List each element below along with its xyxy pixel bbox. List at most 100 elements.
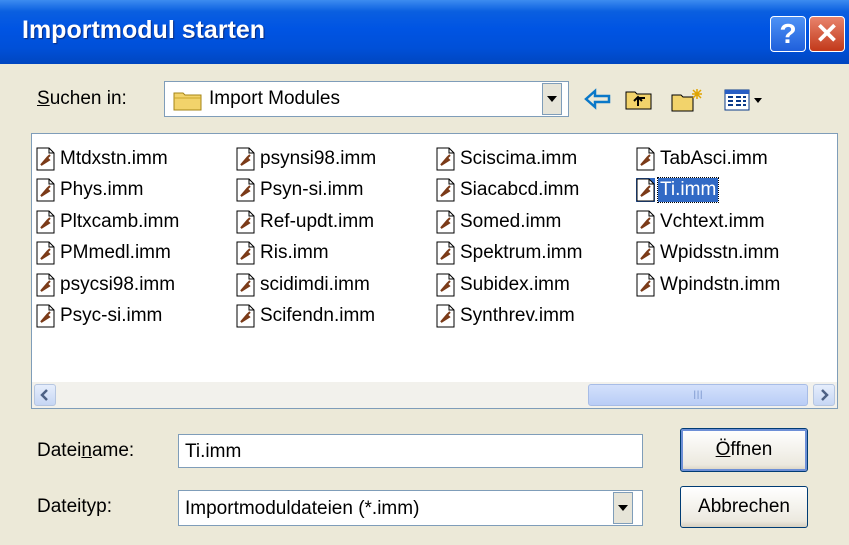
cancel-button[interactable]: Abbrechen — [680, 486, 808, 528]
filename-input[interactable]: Ti.imm — [178, 434, 643, 468]
file-name: Somed.imm — [460, 211, 562, 232]
filetype-dropdown-button[interactable] — [613, 492, 633, 524]
import-module-file-icon — [236, 178, 255, 202]
chevron-down-icon — [547, 96, 557, 102]
import-module-file-icon — [436, 210, 455, 234]
file-item[interactable]: Scifendn.imm — [236, 302, 426, 330]
import-module-file-icon — [636, 178, 655, 202]
file-name: PMmedl.imm — [60, 242, 171, 263]
filetype-label: Dateityp: — [37, 496, 112, 517]
import-module-file-icon — [636, 210, 655, 234]
import-module-file-icon — [636, 147, 655, 171]
import-module-file-icon — [36, 147, 55, 171]
import-module-file-icon — [436, 147, 455, 171]
filename-access-key: n — [81, 440, 92, 461]
file-item[interactable]: Subidex.imm — [436, 271, 626, 299]
file-name: Synthrev.imm — [460, 305, 575, 326]
import-module-file-icon — [236, 304, 255, 328]
import-module-file-icon — [36, 210, 55, 234]
file-item[interactable]: Ref-updt.imm — [236, 208, 426, 236]
file-item[interactable]: psynsi98.imm — [236, 145, 426, 173]
import-module-file-icon — [236, 273, 255, 297]
file-item[interactable]: Ti.imm — [636, 176, 826, 204]
file-item[interactable]: Phys.imm — [36, 176, 226, 204]
title-bar[interactable]: Importmodul starten ? ✕ — [0, 0, 849, 64]
file-name: Spektrum.imm — [460, 242, 583, 263]
file-name: Psyn-si.imm — [260, 179, 364, 200]
file-list[interactable]: III Mtdxstn.imm Phys.imm Pltxcamb.imm PMmed… — [31, 133, 838, 409]
file-item[interactable]: PMmedl.imm — [36, 239, 226, 267]
arrow-right-icon — [821, 389, 829, 401]
back-arrow-icon[interactable] — [584, 87, 612, 111]
file-item[interactable]: Siacabcd.imm — [436, 176, 626, 204]
file-item[interactable]: Wpidsstn.imm — [636, 239, 826, 267]
file-name: Subidex.imm — [460, 274, 570, 295]
file-item[interactable]: Ris.imm — [236, 239, 426, 267]
scroll-left-button[interactable] — [34, 384, 56, 406]
import-module-file-icon — [236, 147, 255, 171]
horizontal-scrollbar[interactable]: III — [32, 382, 837, 408]
file-item[interactable]: Sciscima.imm — [436, 145, 626, 173]
file-name: Scifendn.imm — [260, 305, 376, 326]
import-module-file-icon — [36, 273, 55, 297]
folder-icon — [173, 92, 202, 111]
chevron-down-icon — [618, 505, 628, 511]
file-name: Psyc-si.imm — [60, 305, 163, 326]
file-item[interactable]: Wpindstn.imm — [636, 271, 826, 299]
import-module-file-icon — [436, 304, 455, 328]
new-folder-icon[interactable] — [670, 87, 704, 113]
scroll-thumb[interactable]: III — [588, 384, 808, 406]
filename-label: Dateiname: — [37, 440, 135, 461]
file-item[interactable]: scidimdi.imm — [236, 271, 426, 299]
file-item[interactable]: Pltxcamb.imm — [36, 208, 226, 236]
file-name: psycsi98.imm — [60, 274, 176, 295]
file-name: Vchtext.imm — [660, 211, 765, 232]
view-menu-icon[interactable] — [724, 87, 766, 113]
file-name: psynsi98.imm — [260, 148, 377, 169]
file-name: Ref-updt.imm — [260, 211, 375, 232]
file-name: Siacabcd.imm — [460, 179, 580, 200]
import-module-file-icon — [236, 241, 255, 265]
file-name: Pltxcamb.imm — [60, 211, 180, 232]
arrow-left-icon — [40, 389, 48, 401]
look-in-combobox[interactable]: Import Modules — [164, 81, 569, 117]
help-button[interactable]: ? — [770, 16, 806, 52]
file-item[interactable]: Synthrev.imm — [436, 302, 626, 330]
import-module-file-icon — [36, 178, 55, 202]
file-name: Sciscima.imm — [460, 148, 578, 169]
file-name: TabAsci.imm — [660, 148, 768, 169]
filename-value: Ti.imm — [185, 441, 242, 462]
file-item[interactable]: Somed.imm — [436, 208, 626, 236]
file-item[interactable]: Spektrum.imm — [436, 239, 626, 267]
up-folder-icon[interactable] — [624, 87, 654, 111]
file-item[interactable]: TabAsci.imm — [636, 145, 826, 173]
look-in-dropdown-button[interactable] — [542, 83, 562, 115]
close-button[interactable]: ✕ — [809, 16, 845, 52]
filetype-value: Importmoduldateien (*.imm) — [185, 498, 420, 519]
import-module-file-icon — [636, 273, 655, 297]
look-in-access-key: S — [37, 88, 50, 109]
file-item[interactable]: Mtdxstn.imm — [36, 145, 226, 173]
import-module-file-icon — [436, 273, 455, 297]
file-name: Wpidsstn.imm — [660, 242, 780, 263]
file-name: scidimdi.imm — [260, 274, 370, 295]
file-item[interactable]: psycsi98.imm — [36, 271, 226, 299]
scroll-right-button[interactable] — [813, 384, 835, 406]
look-in-value: Import Modules — [209, 88, 340, 109]
file-name: Ris.imm — [260, 242, 329, 263]
look-in-label: Suchen in: — [37, 88, 127, 109]
import-module-file-icon — [436, 241, 455, 265]
file-name: Ti.imm — [656, 177, 720, 203]
file-name: Mtdxstn.imm — [60, 148, 168, 169]
file-item[interactable]: Psyn-si.imm — [236, 176, 426, 204]
dialog-title: Importmodul starten — [22, 16, 266, 44]
file-item[interactable]: Vchtext.imm — [636, 208, 826, 236]
import-module-file-icon — [436, 178, 455, 202]
filetype-select[interactable]: Importmoduldateien (*.imm) — [178, 490, 643, 526]
import-module-file-icon — [236, 210, 255, 234]
file-name: Phys.imm — [60, 179, 144, 200]
file-item[interactable]: Psyc-si.imm — [36, 302, 226, 330]
open-button[interactable]: Öffnen — [680, 428, 808, 472]
import-module-dialog: Importmodul starten ? ✕ Suchen in: Impor… — [0, 0, 849, 545]
file-name: Wpindstn.imm — [660, 274, 781, 295]
